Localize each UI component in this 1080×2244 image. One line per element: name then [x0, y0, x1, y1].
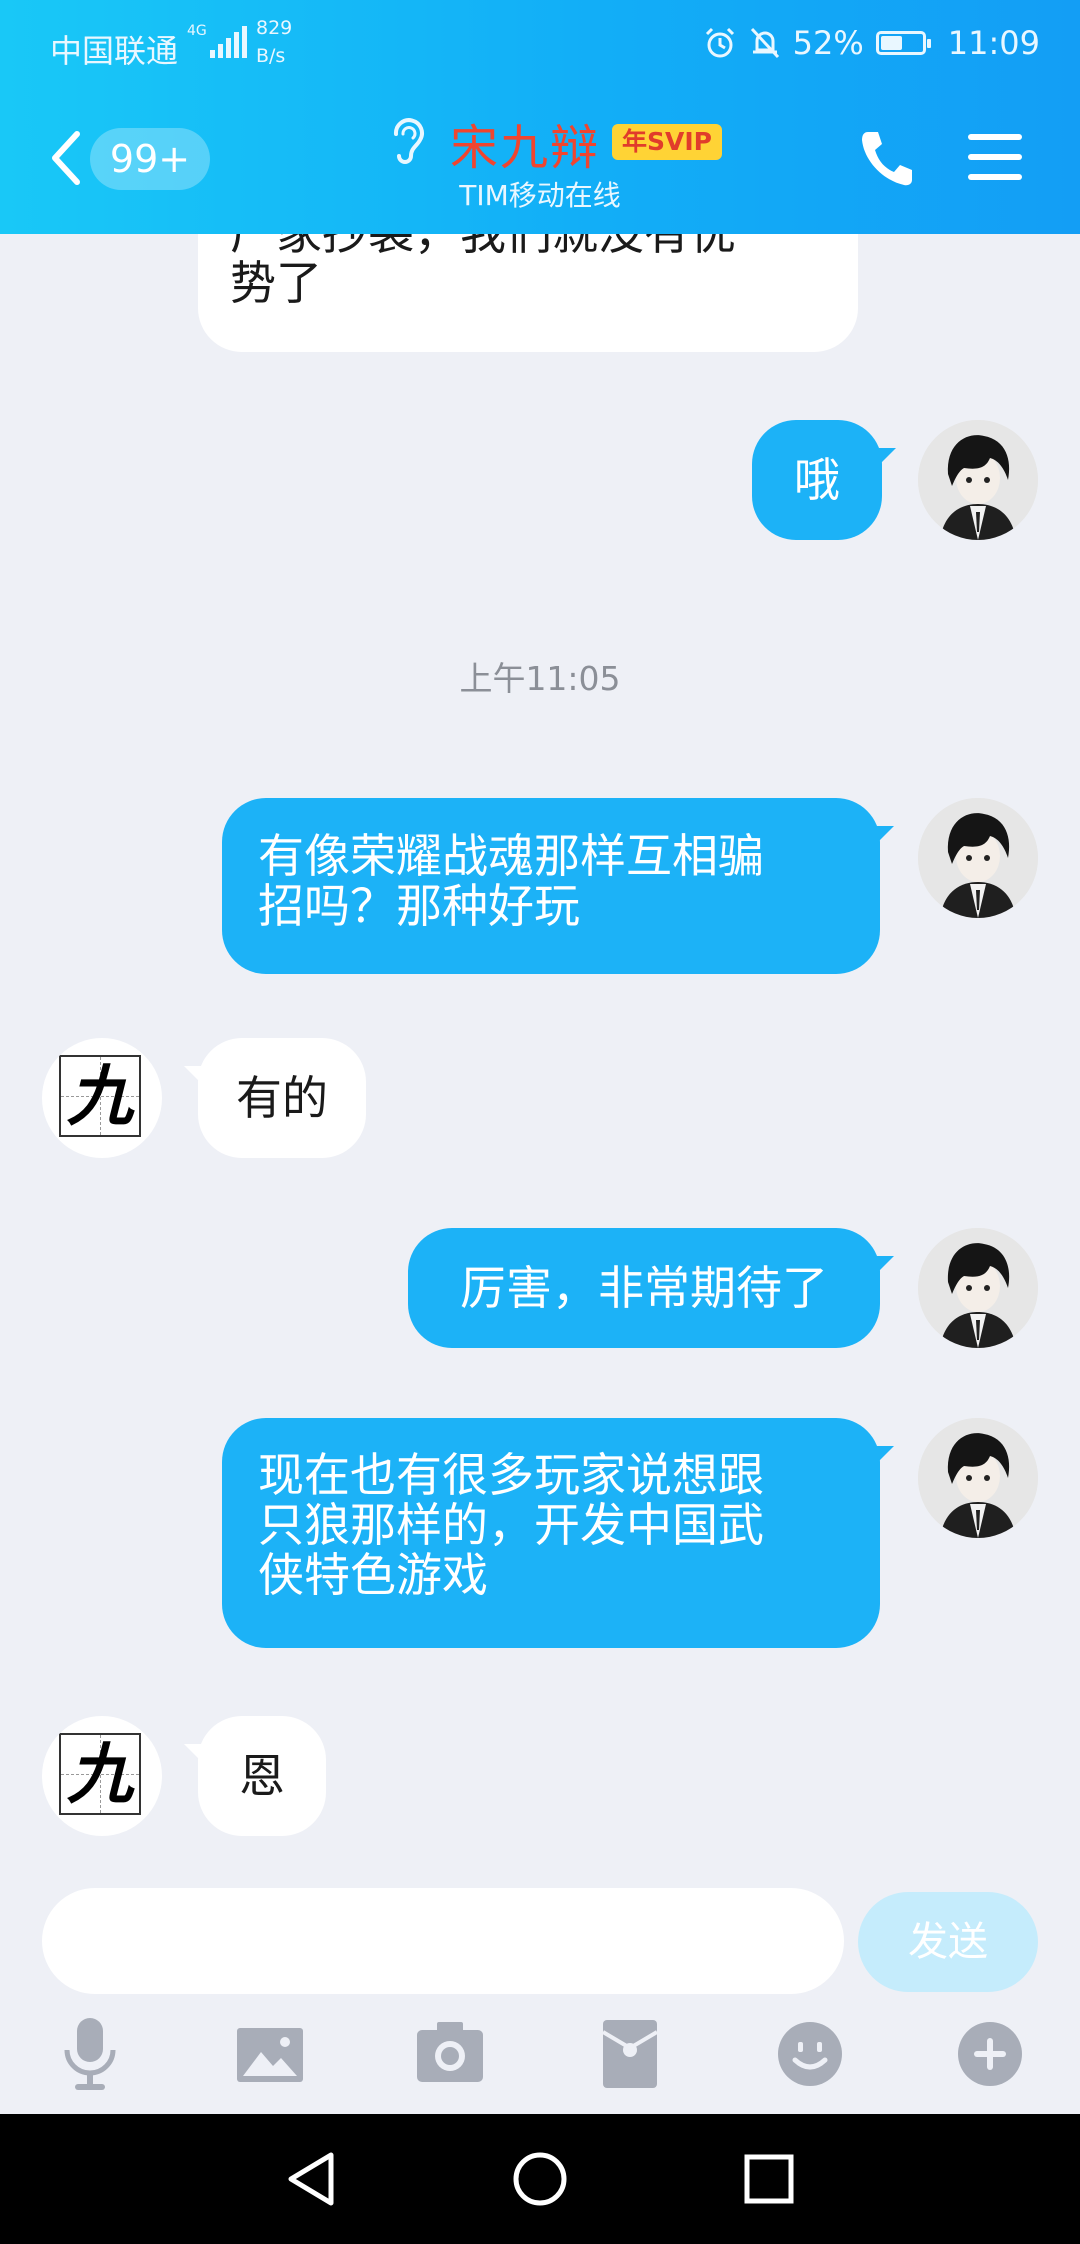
- carrier-name: 中国联通: [50, 32, 179, 70]
- image-icon[interactable]: [235, 2014, 305, 2094]
- input-toolbar: [0, 2014, 1080, 2104]
- outgoing-message-bubble[interactable]: 有像荣耀战魂那样互相骗 招吗？那种好玩: [222, 798, 894, 974]
- nav-back-icon[interactable]: [283, 2149, 339, 2209]
- camera-icon[interactable]: [415, 2014, 485, 2094]
- alarm-icon: [705, 27, 734, 58]
- my-avatar[interactable]: [918, 420, 1038, 540]
- message-input[interactable]: [42, 1888, 844, 1994]
- user-avatar-icon: [918, 1228, 1038, 1348]
- incoming-message-bubble[interactable]: 有的: [184, 1038, 366, 1158]
- phone-call-icon[interactable]: [858, 128, 914, 188]
- message-timestamp: 上午11:05: [459, 659, 621, 698]
- mute-bell-icon: [750, 27, 779, 59]
- signal-icon: [210, 26, 247, 58]
- user-avatar-icon: [918, 420, 1038, 540]
- network-speed: 829 B/s: [256, 17, 293, 67]
- my-avatar[interactable]: [918, 1418, 1038, 1538]
- earpiece-mode-icon[interactable]: [388, 114, 428, 168]
- incoming-message-bubble[interactable]: 恩: [184, 1716, 326, 1836]
- outgoing-message-bubble[interactable]: 现在也有很多玩家说想跟 只狼那样的，开发中国武 侠特色游戏: [222, 1418, 894, 1648]
- battery-percent: 52%: [792, 24, 864, 62]
- network-type: 4G: [187, 23, 207, 39]
- contact-name[interactable]: 宋九辩: [450, 108, 600, 178]
- send-button[interactable]: 发送: [858, 1892, 1038, 1992]
- message-list[interactable]: 厂家抄袭，我们就没有优 势了 哦 上午11:05 有像荣耀战魂那样互相骗 招吗？…: [0, 234, 1080, 1864]
- chat-header: 中国联通 4G 829 B/s 52% 11:09 99+ 宋九辩 年SVIP …: [0, 0, 1080, 234]
- clock: 11:09: [947, 24, 1040, 62]
- user-avatar-icon: [918, 1418, 1038, 1538]
- outgoing-message-bubble[interactable]: 哦: [752, 420, 896, 540]
- contact-avatar[interactable]: 九: [42, 1716, 162, 1836]
- my-avatar[interactable]: [918, 1228, 1038, 1348]
- plus-icon[interactable]: [955, 2014, 1025, 2094]
- my-avatar[interactable]: [918, 798, 1038, 918]
- contact-avatar[interactable]: 九: [42, 1038, 162, 1158]
- svip-badge: 年SVIP: [612, 124, 722, 160]
- outgoing-message-bubble[interactable]: 厉害，非常期待了: [408, 1228, 894, 1348]
- incoming-message-bubble[interactable]: 厂家抄袭，我们就没有优 势了: [198, 234, 858, 352]
- system-nav-bar: [0, 2114, 1080, 2244]
- status-bar: 中国联通 4G 829 B/s 52% 11:09: [0, 17, 1080, 78]
- user-avatar-icon: [918, 798, 1038, 918]
- microphone-icon[interactable]: [55, 2014, 125, 2094]
- input-area: 发送: [0, 1864, 1080, 2114]
- nav-home-icon[interactable]: [511, 2149, 569, 2209]
- online-status: TIM移动在线: [459, 179, 621, 212]
- emoji-icon[interactable]: [775, 2014, 845, 2094]
- nav-recents-icon[interactable]: [741, 2149, 797, 2209]
- red-packet-icon[interactable]: [595, 2014, 665, 2094]
- menu-icon[interactable]: [968, 134, 1022, 194]
- battery-icon: [875, 31, 931, 55]
